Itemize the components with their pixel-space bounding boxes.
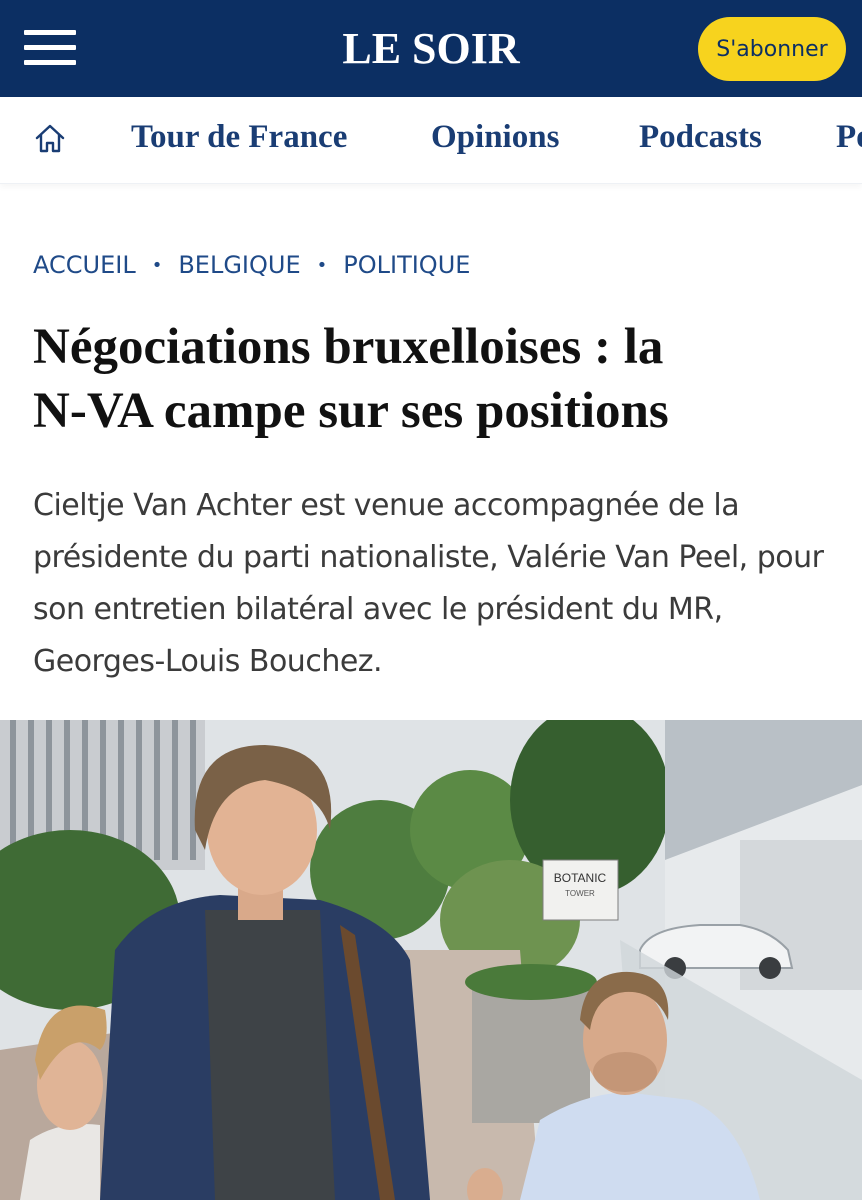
article-lead: Cieltje Van Achter est venue accompagnée… bbox=[33, 488, 824, 679]
breadcrumb-politique[interactable]: POLITIQUE bbox=[343, 251, 470, 279]
top-bar: LE SOIR S'abonner bbox=[0, 0, 862, 97]
nav-item-truncated[interactable]: Po bbox=[836, 115, 862, 159]
nav-item-tour-de-france[interactable]: Tour de France bbox=[131, 115, 347, 159]
article-photo[interactable]: BOTANIC TOWER bbox=[0, 720, 862, 1200]
breadcrumb-accueil[interactable]: ACCUEIL bbox=[33, 251, 136, 279]
sign-text-1: BOTANIC bbox=[554, 871, 607, 885]
breadcrumb: ACCUEIL • BELGIQUE • POLITIQUE bbox=[33, 247, 470, 283]
section-nav: Tour de France Opinions Podcasts Po bbox=[0, 97, 862, 184]
nav-item-podcasts[interactable]: Podcasts bbox=[639, 115, 762, 159]
breadcrumb-belgique[interactable]: BELGIQUE bbox=[178, 251, 300, 279]
breadcrumb-separator: • bbox=[151, 254, 163, 276]
hamburger-menu-icon[interactable] bbox=[22, 28, 78, 68]
breadcrumb-separator: • bbox=[316, 254, 328, 276]
article-headline: Négociations bruxelloises : la N-VA camp… bbox=[33, 315, 833, 443]
home-icon[interactable] bbox=[33, 122, 67, 156]
nav-item-opinions[interactable]: Opinions bbox=[431, 115, 559, 159]
sign-text-2: TOWER bbox=[565, 889, 595, 898]
headline-line-2: N-VA campe sur ses positions bbox=[33, 383, 669, 439]
headline-line-1: Négociations bruxelloises : la bbox=[33, 319, 664, 375]
subscribe-button[interactable]: S'abonner bbox=[698, 17, 846, 81]
